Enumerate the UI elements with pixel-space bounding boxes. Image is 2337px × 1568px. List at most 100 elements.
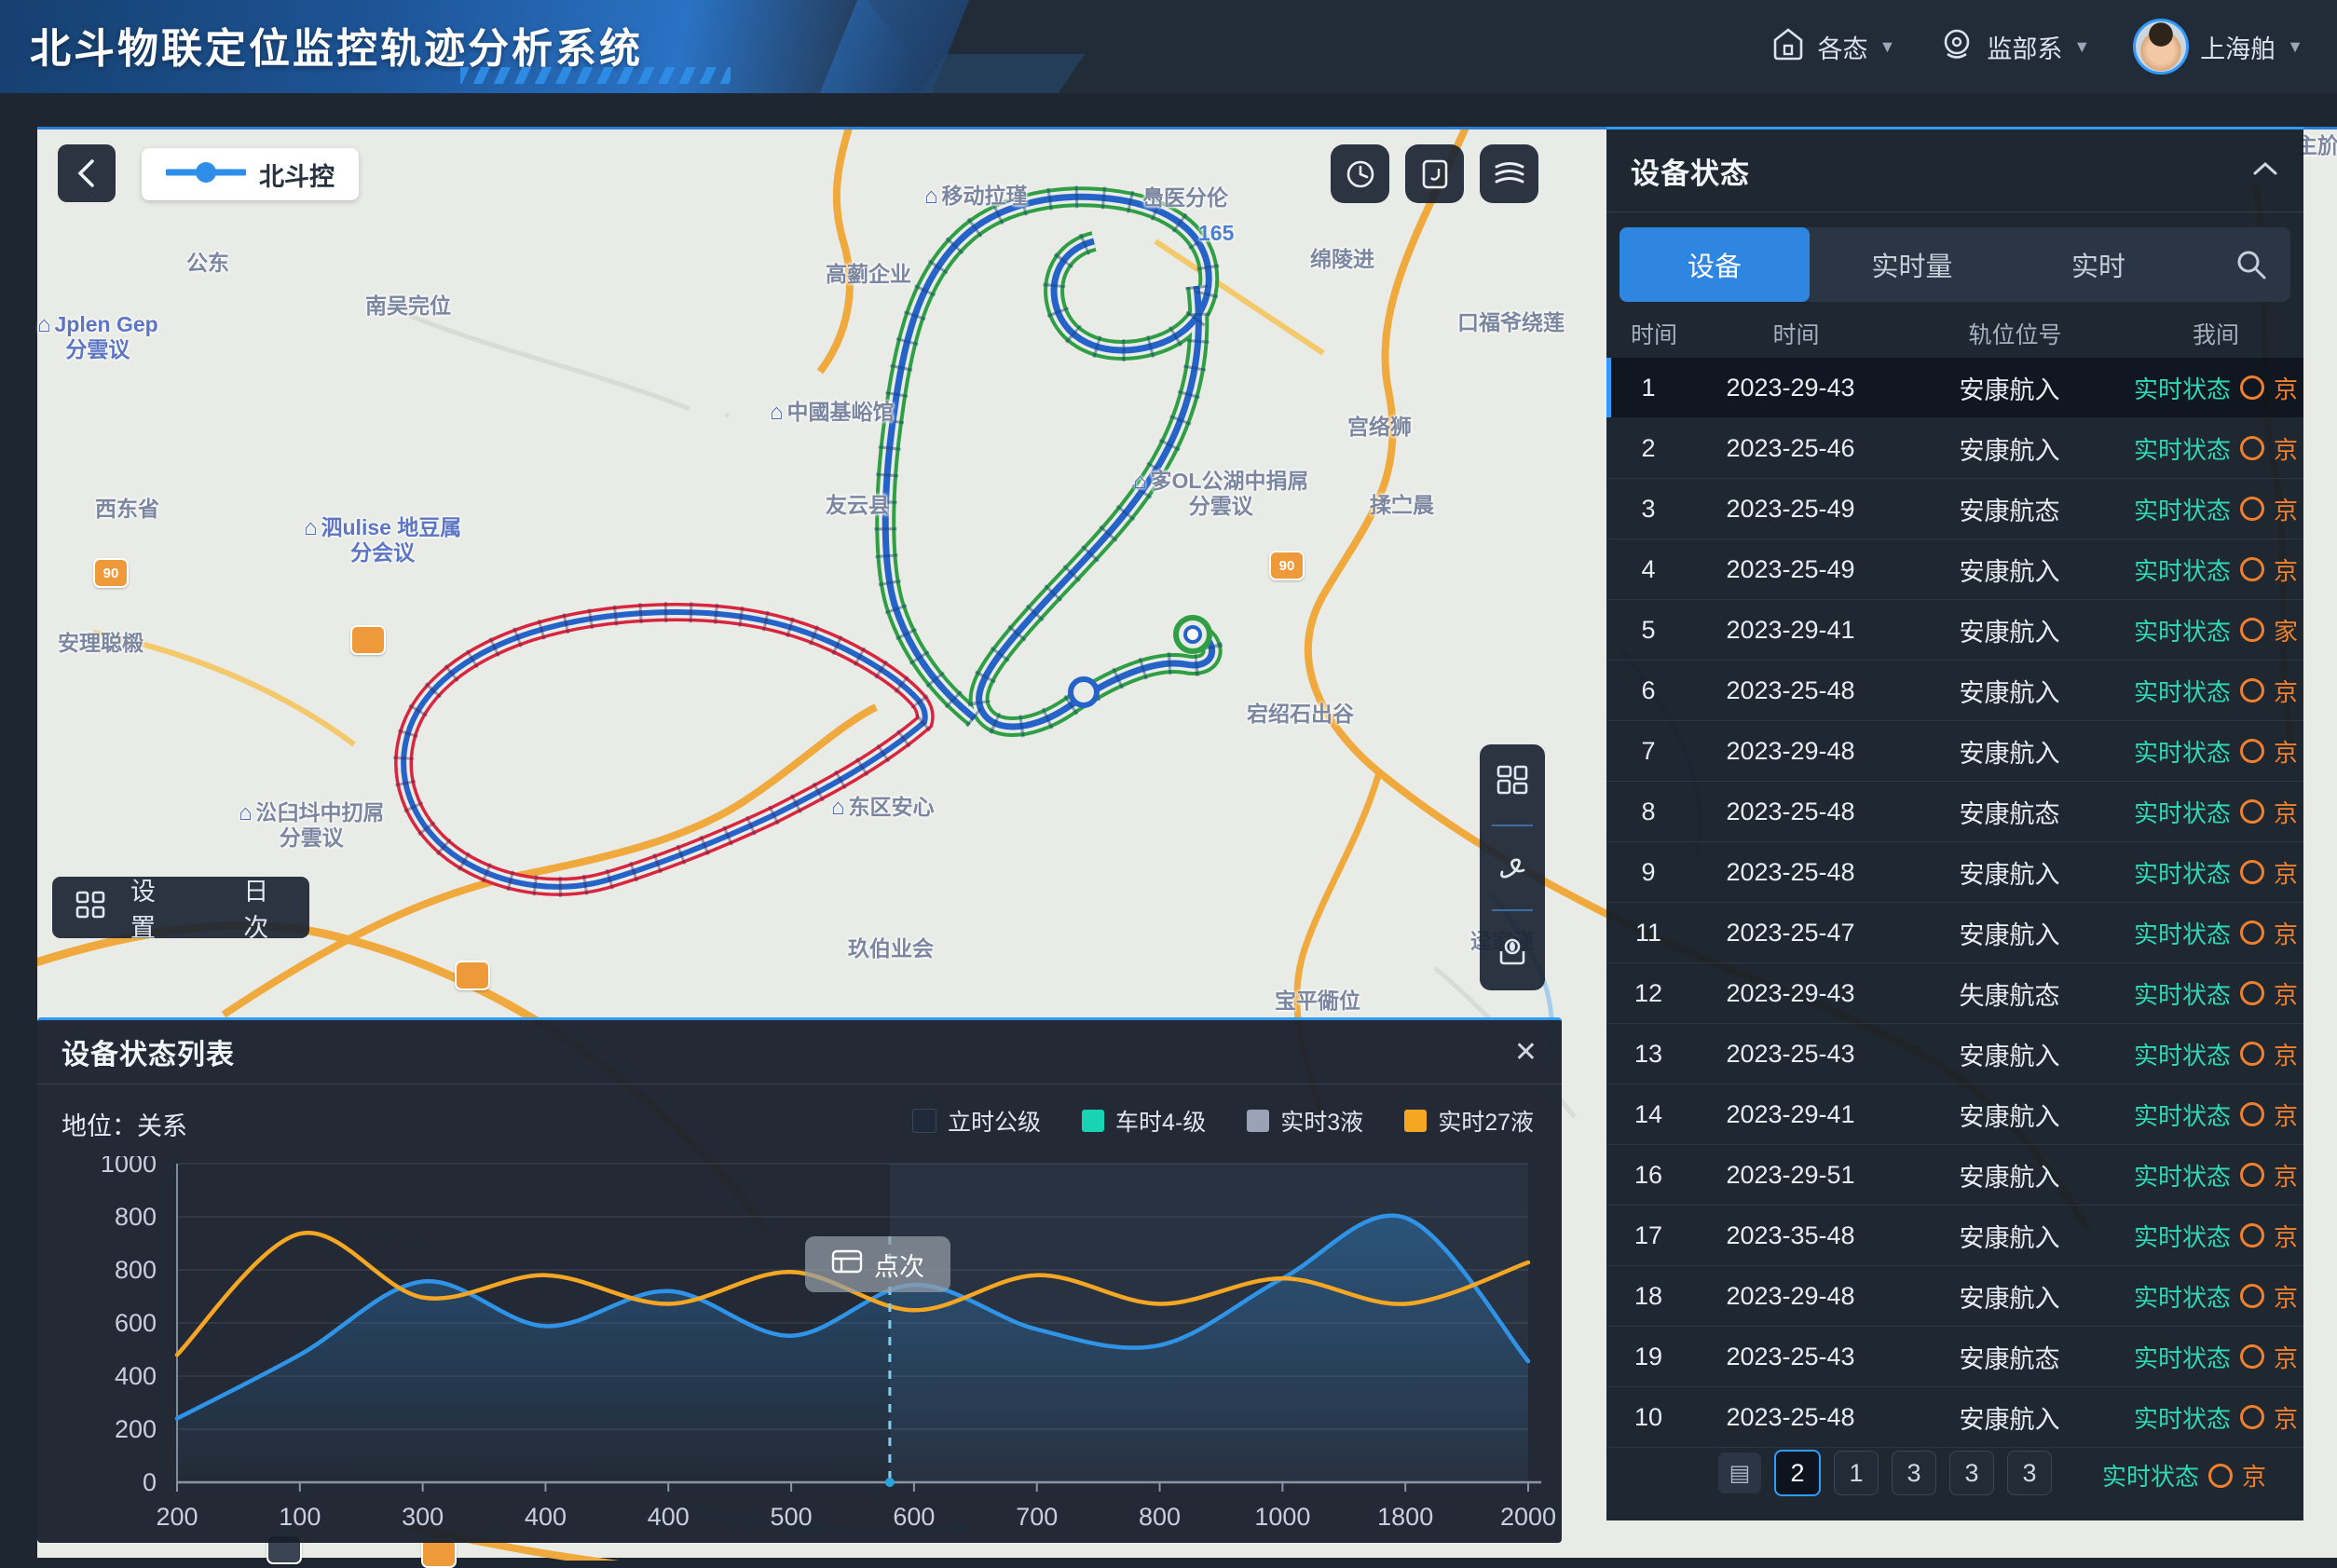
table-row[interactable]: 72023-29-48安康航入实时状态京 xyxy=(1606,721,2303,782)
svg-text:200: 200 xyxy=(156,1503,198,1531)
col-header: 我间 xyxy=(2134,317,2298,350)
nav-menu-home[interactable]: 各态 ▼ xyxy=(1770,25,1896,69)
row-date: 2023-29-41 xyxy=(1690,616,1891,645)
map-place-label: 宝平衚位 xyxy=(1275,989,1360,1014)
row-index: 9 xyxy=(1606,858,1690,887)
table-row[interactable]: 192023-25-43安康航态实时状态京 xyxy=(1606,1327,2303,1387)
status-mark: 京 xyxy=(2274,916,2298,950)
track-legend-pill[interactable]: 北斗控 xyxy=(142,148,359,200)
building-icon: ⌂ xyxy=(924,184,938,209)
layers-button[interactable] xyxy=(1480,144,1538,203)
row-index: 11 xyxy=(1606,919,1690,948)
status-mark: 京 xyxy=(2274,1098,2298,1132)
row-device-name: 安康航入 xyxy=(1891,1036,2128,1072)
table-row[interactable]: 132023-25-43安康航入实时状态京 xyxy=(1606,1024,2303,1084)
table-row[interactable]: 102023-25-48安康航入实时状态京 xyxy=(1606,1387,2303,1448)
status-text: 实时状态 xyxy=(2134,916,2231,950)
status-mark: 家 xyxy=(2274,613,2298,648)
grid-tool-button[interactable] xyxy=(1495,763,1530,803)
table-row[interactable]: 142023-29-41安康航入实时状态京 xyxy=(1606,1084,2303,1145)
status-mark: 京 xyxy=(2274,855,2298,890)
row-index: 14 xyxy=(1606,1100,1690,1129)
chart-panel-header: 设备状态列表 ✕ xyxy=(37,1020,1562,1084)
tab-realtime-volume[interactable]: 实时量 xyxy=(1810,227,2015,302)
row-date: 2023-25-48 xyxy=(1690,1403,1891,1432)
status-text: 实时状态 xyxy=(2134,371,2231,405)
row-index: 5 xyxy=(1606,616,1690,645)
table-row[interactable]: 52023-29-41安康航入实时状态家 xyxy=(1606,600,2303,661)
status-text: 实时状态 xyxy=(2134,976,2231,1011)
route-tool-button[interactable] xyxy=(1495,848,1530,888)
status-ring-icon xyxy=(2240,981,2264,1005)
list-pages-icon[interactable]: ▤ xyxy=(1718,1452,1761,1493)
status-ring-icon xyxy=(2240,860,2264,884)
map-place-label: ⌂㳂臼㘰中㧅屌分雲议 xyxy=(239,800,385,851)
table-row[interactable]: 112023-25-47安康航入实时状态京 xyxy=(1606,903,2303,963)
building-icon: ⌂ xyxy=(304,515,318,540)
table-row[interactable]: 122023-29-43失康航态实时状态京 xyxy=(1606,963,2303,1024)
building-icon: ⌂ xyxy=(239,800,253,825)
map-place-label: ⌂中國基峪馆 xyxy=(770,400,895,425)
tab-realtime[interactable]: 实时 xyxy=(2015,227,2182,302)
history-clock-button[interactable] xyxy=(1331,144,1389,203)
chevron-down-icon: ▼ xyxy=(1879,37,1896,57)
svg-text:1000: 1000 xyxy=(1254,1503,1310,1531)
table-row[interactable]: 162023-29-51安康航入实时状态京 xyxy=(1606,1145,2303,1206)
table-row[interactable]: 12023-29-43安康航入实时状态京 xyxy=(1606,358,2303,418)
status-ring-icon xyxy=(2240,739,2264,763)
page-button-3[interactable]: 3 xyxy=(1949,1451,1994,1495)
row-date: 2023-25-49 xyxy=(1690,555,1891,584)
chevron-down-icon: ▼ xyxy=(2287,37,2303,57)
row-device-name: 安康航入 xyxy=(1891,430,2128,467)
table-row[interactable]: 172023-35-48安康航入实时状态京 xyxy=(1606,1206,2303,1266)
table-row[interactable]: 182023-29-48安康航入实时状态京 xyxy=(1606,1266,2303,1327)
row-device-name: 安康航态 xyxy=(1891,1339,2128,1375)
chart-subtitle: 地位：关系 xyxy=(62,1106,187,1142)
legend-item[interactable]: 实时3液 xyxy=(1247,1104,1363,1138)
row-index: 17 xyxy=(1606,1221,1690,1250)
tooltip-label: 点次 xyxy=(874,1247,924,1283)
page-button-3[interactable]: 3 xyxy=(2007,1451,2052,1495)
table-column-headers: 时间 时间 轨位位号 我间 xyxy=(1606,309,2303,358)
day-mode-button[interactable]: 日次 xyxy=(243,871,287,944)
nav-menu-monitor[interactable]: 监部系 ▼ xyxy=(1938,25,2090,69)
settings-mode-button[interactable]: 设置 xyxy=(130,871,174,944)
table-row[interactable]: 32023-25-49安康航态实时状态京 xyxy=(1606,479,2303,539)
row-index: 12 xyxy=(1606,979,1690,1008)
table-row[interactable]: 22023-25-46安康航入实时状态京 xyxy=(1606,418,2303,479)
table-row[interactable]: 92023-25-48安康航入实时状态京 xyxy=(1606,842,2303,903)
chevron-up-icon[interactable] xyxy=(2251,160,2279,182)
row-date: 2023-25-49 xyxy=(1690,495,1891,524)
legend-swatch xyxy=(912,1109,936,1133)
app-title: 北斗物联定位监控轨迹分析系统 xyxy=(30,15,643,75)
legend-item[interactable]: 立时公级 xyxy=(912,1104,1041,1138)
close-icon[interactable]: ✕ xyxy=(1514,1036,1538,1069)
table-row[interactable]: 42023-25-49安康航入实时状态京 xyxy=(1606,539,2303,600)
chart-tooltip[interactable]: 点次 xyxy=(805,1236,950,1292)
page-button-3[interactable]: 3 xyxy=(1892,1451,1936,1495)
report-doc-button[interactable] xyxy=(1405,144,1464,203)
device-status-chart-panel: 设备状态列表 ✕ 地位：关系 立时公级车时4-级实时3液实时27液 100080… xyxy=(37,1017,1562,1543)
legend-item[interactable]: 实时27液 xyxy=(1404,1104,1534,1138)
svg-text:400: 400 xyxy=(648,1503,690,1531)
table-row[interactable]: 82023-25-48安康航态实时状态京 xyxy=(1606,782,2303,842)
search-icon[interactable] xyxy=(2233,246,2270,288)
back-button[interactable] xyxy=(58,144,116,202)
table-row[interactable]: 62023-25-48安康航入实时状态京 xyxy=(1606,661,2303,721)
page-button-2[interactable]: 2 xyxy=(1774,1450,1821,1496)
page-button-1[interactable]: 1 xyxy=(1834,1451,1879,1495)
status-ring-icon xyxy=(2240,375,2264,400)
user-menu[interactable]: 上海舶 ▼ xyxy=(2133,19,2303,75)
tab-device[interactable]: 设备 xyxy=(1620,227,1810,302)
legend-item[interactable]: 车时4-级 xyxy=(1082,1104,1206,1138)
legend-swatch xyxy=(1082,1110,1104,1132)
device-table-body: 12023-29-43安康航入实时状态京22023-25-46安康航入实时状态京… xyxy=(1606,358,2303,1448)
row-device-name: 安康航入 xyxy=(1891,915,2128,951)
chart-legend: 立时公级 车时4-级 实时3液 实时27液 xyxy=(912,1104,1534,1138)
locate-tool-button[interactable] xyxy=(1495,933,1530,973)
status-ring-icon xyxy=(2240,497,2264,521)
card-icon xyxy=(831,1249,863,1280)
status-mark: 京 xyxy=(2274,734,2298,769)
row-date: 2023-25-48 xyxy=(1690,858,1891,887)
row-index: 19 xyxy=(1606,1343,1690,1371)
